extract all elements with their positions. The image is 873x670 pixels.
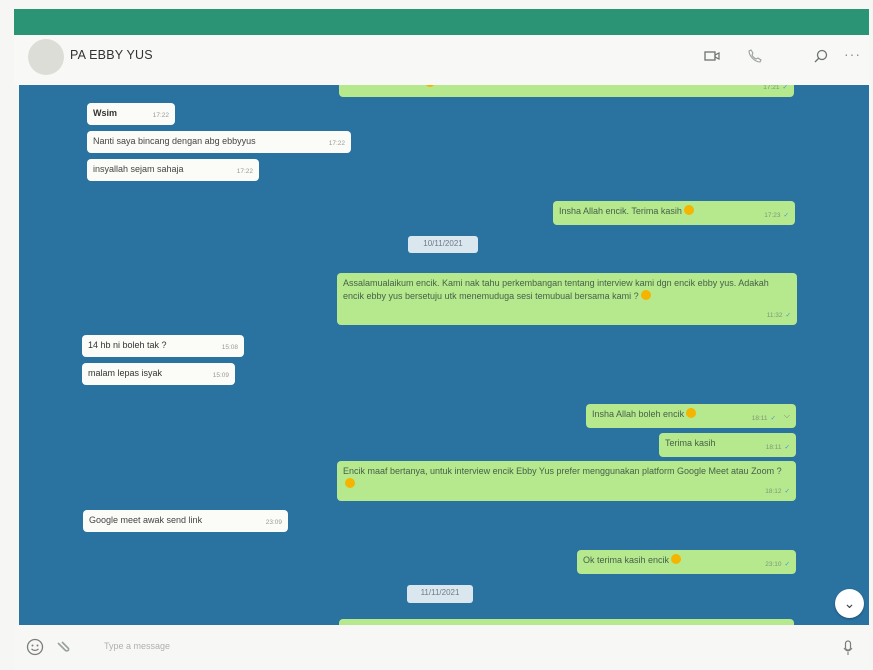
contact-avatar[interactable] — [28, 39, 64, 75]
message-composer: Type a message — [14, 625, 869, 670]
read-receipt-icon: ✓ — [784, 487, 790, 495]
read-receipt-icon: ✓ — [784, 443, 790, 451]
message-area[interactable]: 17:21 ✓ Wsim 17:22 Nanti saya bincang den… — [19, 85, 869, 625]
emoji-icon — [671, 554, 682, 564]
message-time: 17:21 ✓ — [763, 85, 788, 91]
message-outgoing: Ok terima kasih encik 23:10 ✓ — [577, 550, 796, 574]
message-text: Insha Allah boleh encik — [592, 409, 685, 419]
message-text: Terima kasih — [665, 438, 716, 448]
message-incoming: Wsim 17:22 — [87, 103, 175, 125]
message-time: 18:11 ✓ — [765, 443, 790, 451]
date-divider: 10/11/2021 — [408, 236, 478, 253]
read-receipt-icon: ✓ — [782, 85, 788, 91]
message-incoming: insyallah sejam sahaja 17:22 — [87, 159, 259, 181]
message-outgoing: Assalamualaikum encik. Kami nak tahu per… — [337, 273, 797, 325]
message-time: 17:22 — [328, 139, 345, 147]
read-receipt-icon: ✓ — [785, 311, 791, 319]
emoji-icon — [425, 85, 435, 87]
message-outgoing: Terima kasih 18:11 ✓ — [659, 433, 796, 457]
attach-icon[interactable] — [56, 639, 74, 657]
message-text: Ok terima kasih encik — [583, 555, 670, 565]
chat-header: PA EBBY YUS ··· — [14, 35, 869, 85]
scroll-down-button[interactable]: ⌄ — [835, 589, 864, 618]
message-time: 11:32 ✓ — [766, 311, 791, 319]
chevron-down-icon[interactable]: ⌵ — [784, 410, 790, 423]
message-time: 15:08 — [221, 343, 238, 351]
message-incoming: 14 hb ni boleh tak ? 15:08 — [82, 335, 244, 357]
chevron-down-icon: ⌄ — [843, 595, 856, 611]
read-receipt-icon: ✓ — [783, 211, 789, 219]
message-outgoing: Insha Allah encik. Terima kasih 17:23 ✓ — [553, 201, 795, 225]
message-time: 17:22 — [152, 111, 169, 119]
emoji-icon — [683, 205, 694, 215]
message-text: Encik maaf bertanya, untuk interview enc… — [343, 466, 782, 476]
message-text: Assalamualaikum encik. Kami nak tahu per… — [343, 278, 769, 301]
message-incoming: Google meet awak send link 23:09 — [83, 510, 288, 532]
message-text: Wsim — [93, 108, 118, 118]
message-input[interactable]: Type a message — [104, 641, 170, 651]
message-time: 15:09 — [212, 371, 229, 379]
read-receipt-icon: ✓ — [784, 560, 790, 568]
message-text: Insha Allah encik. Terima kasih — [559, 206, 682, 216]
message-time: 17:22 — [236, 167, 253, 175]
message-text: Nanti saya bincang dengan abg ebbyyus — [93, 136, 256, 146]
message-time: 17:23 ✓ — [764, 211, 789, 219]
message-time: 18:11 ✓ — [751, 414, 776, 422]
message-outgoing: 17:21 ✓ — [339, 85, 794, 97]
message-text: Google meet awak send link — [89, 515, 203, 525]
more-icon[interactable]: ··· — [844, 46, 861, 62]
message-time: 23:09 — [265, 518, 282, 526]
mic-icon[interactable] — [843, 640, 853, 660]
read-receipt-icon: ✓ — [770, 414, 776, 422]
phone-icon[interactable] — [748, 49, 762, 66]
message-time: 18:12 ✓ — [765, 487, 790, 495]
contact-name[interactable]: PA EBBY YUS — [70, 48, 153, 62]
video-call-icon[interactable] — [704, 49, 720, 65]
emoji-icon — [686, 408, 697, 418]
emoji-icon[interactable] — [26, 638, 44, 660]
message-text: malam lepas isyak — [88, 368, 163, 378]
message-outgoing: Encik maaf bertanya, untuk interview enc… — [337, 461, 796, 501]
search-icon[interactable] — [814, 49, 828, 66]
message-incoming: malam lepas isyak 15:09 — [82, 363, 235, 385]
message-outgoing: Insha Allah boleh encik 18:11 ✓ ⌵ — [586, 404, 796, 428]
message-text: insyallah sejam sahaja — [93, 164, 184, 174]
emoji-icon — [640, 289, 651, 300]
window-top-bar — [14, 9, 869, 35]
emoji-icon — [345, 477, 355, 488]
message-time: 23:10 ✓ — [765, 560, 790, 568]
date-divider: 11/11/2021 — [407, 585, 473, 603]
message-text: 14 hb ni boleh tak ? — [88, 340, 167, 350]
message-incoming: Nanti saya bincang dengan abg ebbyyus 17… — [87, 131, 351, 153]
